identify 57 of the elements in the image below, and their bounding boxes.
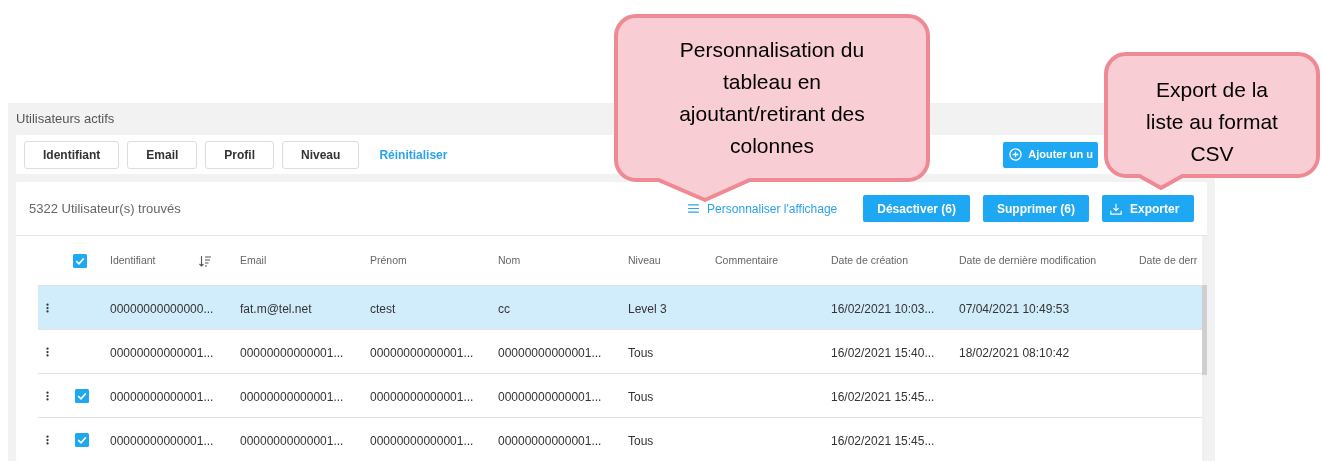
table-cell: 00000000000001... (240, 389, 344, 404)
table-cell: Level 3 (628, 301, 667, 316)
filter-button[interactable]: Niveau (282, 140, 360, 169)
table-cell: cc (498, 301, 510, 316)
table-cell: Tous (628, 433, 654, 448)
menu-icon (688, 204, 700, 213)
table-cell: 00000000000001... (240, 433, 344, 448)
more-icon[interactable] (46, 434, 49, 445)
filter-button[interactable]: Profil (205, 140, 274, 169)
column-header[interactable]: Date de derr (1139, 252, 1198, 269)
column-header[interactable]: Nom (498, 252, 521, 269)
callout: Export de la liste au format CSV (1104, 52, 1320, 190)
table-cell: fat.m@tel.net (240, 301, 312, 316)
column-header[interactable]: Date de création (831, 252, 909, 269)
table-cell: 18/02/2021 08:10:42 (959, 345, 1070, 360)
sort-icon[interactable] (199, 254, 211, 267)
table-cell: 00000000000001... (110, 345, 214, 360)
table-cell: Tous (628, 345, 654, 360)
table-cell: 07/04/2021 10:49:53 (959, 301, 1070, 316)
table-cell: Tous (628, 389, 654, 404)
table-cell: 16/02/2021 15:40... (831, 345, 935, 360)
scrollbar[interactable] (1202, 285, 1207, 375)
column-header[interactable]: Date de dernière modification (959, 252, 1097, 269)
table-cell: 00000000000001... (370, 389, 474, 404)
download-icon (1110, 202, 1122, 215)
table-cell: 00000000000001... (498, 345, 602, 360)
checkbox[interactable] (73, 253, 87, 268)
table-row[interactable]: 00000000000000... fat.m@tel.net ctest cc Level 3 16/02/2021 10:03... 07/04/2021 10:49:53 (38, 285, 1202, 329)
column-header[interactable]: Commentaire (715, 252, 779, 269)
table-cell: 00000000000000... (110, 301, 214, 316)
column-header[interactable]: Niveau (628, 252, 661, 269)
table-cell: 00000000000001... (498, 433, 602, 448)
table-cell: 16/02/2021 15:45... (831, 389, 935, 404)
table-cell: 00000000000001... (240, 345, 344, 360)
table-cell: 16/02/2021 15:45... (831, 433, 935, 448)
column-header[interactable]: Identifiant (110, 252, 156, 269)
column-header[interactable]: Prénom (370, 252, 407, 269)
plus-circle-icon (1009, 148, 1023, 162)
panel-title: Utilisateurs actifs (16, 110, 115, 129)
table-cell: 00000000000001... (370, 345, 474, 360)
results-count: 5322 Utilisateur(s) trouvés (29, 199, 181, 218)
table-cell: 00000000000001... (498, 389, 602, 404)
more-icon[interactable] (46, 302, 49, 313)
filter-button[interactable]: Email (127, 140, 198, 169)
table-cell: ctest (370, 301, 396, 316)
column-header[interactable]: Email (240, 252, 267, 269)
table-cell: 00000000000001... (110, 389, 214, 404)
checkbox[interactable] (75, 388, 89, 403)
table-cell: 00000000000001... (110, 433, 214, 448)
callout: Personnalisation du tableau en ajoutant/retirant des colonnes (614, 14, 930, 202)
table-cell: 16/02/2021 10:03... (831, 301, 935, 316)
more-icon[interactable] (46, 390, 49, 401)
filter-button[interactable]: Identifiant (24, 140, 120, 169)
table-cell: 00000000000001... (370, 433, 474, 448)
checkbox[interactable] (75, 432, 89, 447)
callout-pointer (1136, 174, 1186, 192)
more-icon[interactable] (46, 346, 49, 357)
